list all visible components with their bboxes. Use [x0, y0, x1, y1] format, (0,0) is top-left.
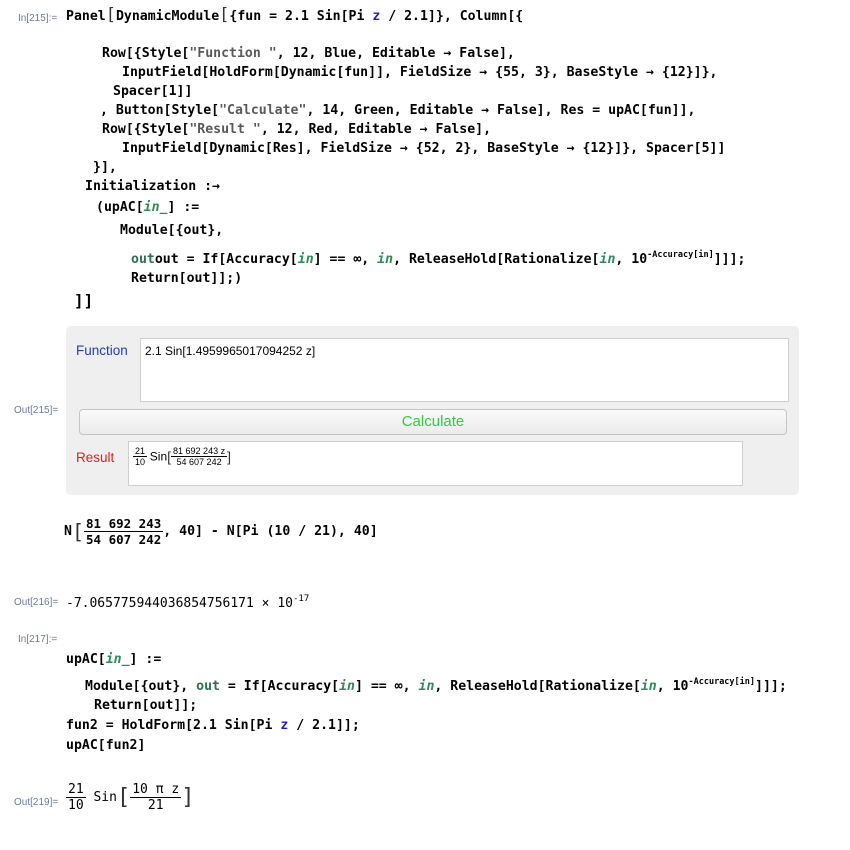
code-line: ]]: [74, 291, 94, 310]
out215-label: Out[215]=: [14, 405, 59, 416]
out216-label: Out[216]=: [14, 597, 59, 608]
code-line: Spacer[1]]: [113, 84, 193, 99]
code-line: upAC[fun2]: [66, 738, 146, 753]
code-line: Module[{out}, out = If[Accuracy[in] == ∞…: [85, 677, 787, 694]
in215-label: In[215]:=: [18, 13, 58, 24]
code-line: Return[out]];): [131, 271, 243, 286]
n-expression[interactable]: N[81 692 243 54 607 242, 40] - N[Pi (10 /…: [64, 516, 378, 547]
result-input[interactable]: 21 10 Sin[81 692 243 z 54 607 242]: [128, 441, 743, 486]
code-line: , Button[Style["Calculate", 14, Green, E…: [100, 103, 696, 118]
result-label: Result: [76, 450, 115, 465]
code-line: Module[{out},: [120, 223, 224, 238]
out219-label: Out[219]=: [14, 797, 59, 808]
code-line: Row[{Style["Function ", 12, Blue, Editab…: [102, 46, 515, 61]
code-line: Panel[DynamicModule[{fun = 2.1 Sin[Pi z …: [66, 5, 524, 25]
code-line: upAC[in_] :=: [66, 652, 162, 667]
code-line: Row[{Style["Result ", 12, Red, Editable …: [102, 122, 492, 137]
code-line: Return[out]];: [94, 698, 198, 713]
code-line: (upAC[in_] :=: [96, 200, 200, 215]
function-label: Function: [76, 343, 128, 358]
out219-value: 21 10 Sin[10 π z 21]: [66, 782, 195, 813]
out216-value: -7.065775944036854756171 × 10-17: [66, 594, 310, 611]
code-line: Initialization :→: [85, 179, 220, 194]
code-line: }],: [93, 160, 117, 175]
code-line: fun2 = HoldForm[2.1 Sin[Pi z / 2.1]];: [66, 718, 360, 733]
result-value: 21 10 Sin[81 692 243 z 54 607 242]: [133, 446, 231, 467]
in217-label: In[217]:=: [18, 634, 58, 645]
code-line: outout = If[Accuracy[in] == ∞, in, Relea…: [131, 250, 746, 267]
code-line: InputField[HoldForm[Dynamic[fun]], Field…: [122, 65, 718, 80]
function-input-value: 2.1 Sin[1.4959965017094252 z]: [145, 344, 316, 358]
function-input[interactable]: 2.1 Sin[1.4959965017094252 z]: [140, 338, 789, 402]
code-line: InputField[Dynamic[Res], FieldSize → {52…: [122, 141, 726, 156]
calculate-button[interactable]: Calculate: [79, 409, 787, 435]
